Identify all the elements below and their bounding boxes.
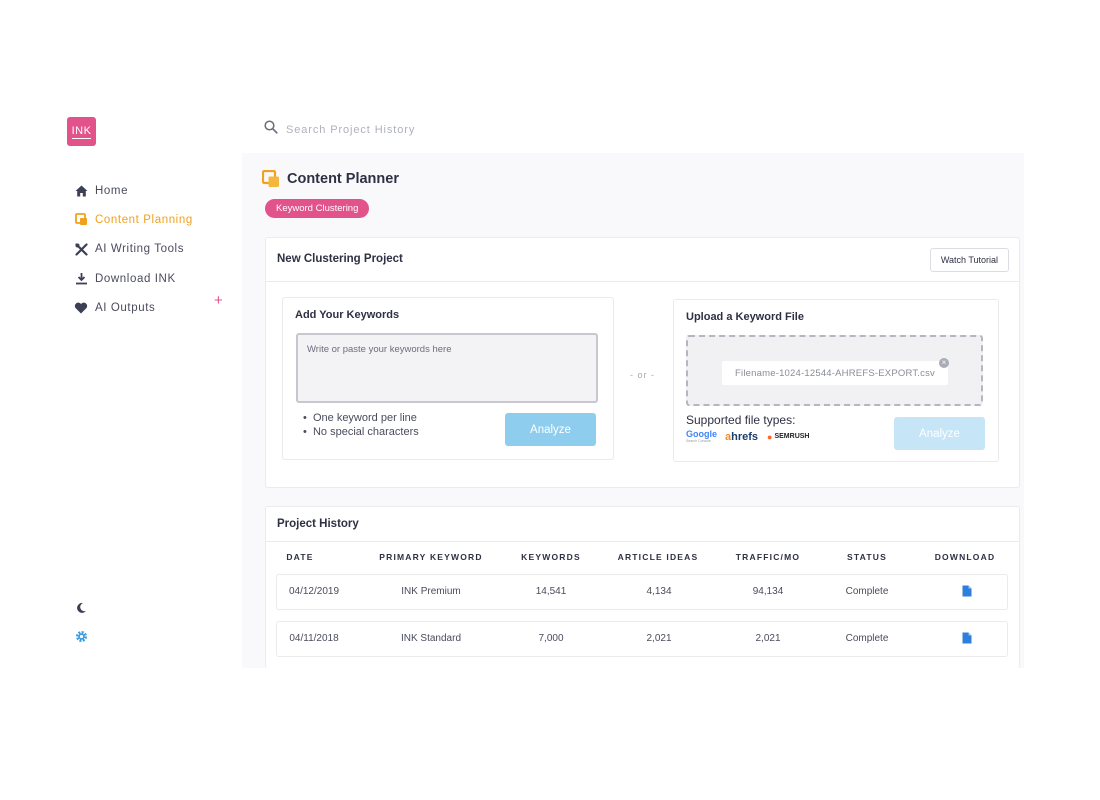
cell-traffic: 94,134 — [752, 586, 784, 597]
sidebar-item-label: Home — [95, 184, 129, 197]
column-header[interactable]: KEYWORDS — [521, 552, 581, 562]
table-row[interactable]: 04/11/2018 INK Standard 7,000 2,021 2,02… — [276, 621, 1008, 657]
column-header[interactable]: ARTICLE IDEAS — [618, 552, 699, 562]
content-planner-icon — [261, 169, 280, 188]
heart-icon — [74, 301, 88, 315]
sidebar-item-ai-outputs[interactable]: AI Outputs — [74, 293, 234, 322]
tools-icon — [74, 242, 88, 256]
add-output-button[interactable]: + — [214, 293, 223, 308]
new-project-header: New Clustering Project Watch Tutorial — [266, 238, 1019, 282]
home-icon — [74, 184, 88, 198]
cell-primary-keyword: INK Standard — [400, 633, 462, 644]
supported-types-logos: Google Search Console ahrefs ● SEMRUSH — [686, 429, 810, 444]
column-header[interactable]: STATUS — [847, 552, 887, 562]
project-search — [264, 120, 486, 139]
sidebar-item-label: Download INK — [95, 272, 176, 285]
sidebar-item-label: Content Planning — [95, 213, 193, 226]
download-file-icon[interactable] — [962, 585, 972, 600]
download-icon — [74, 272, 88, 286]
sidebar-item-label: AI Writing Tools — [95, 243, 185, 256]
cell-article-ideas: 2,021 — [646, 633, 672, 644]
column-header[interactable]: DOWNLOAD — [935, 552, 996, 562]
sidebar-nav: Home Content Planning AI Writing Tools D… — [74, 176, 234, 322]
sidebar-item-content-planning[interactable]: Content Planning — [74, 205, 234, 234]
uploaded-file-chip: Filename-1024-12544-AHREFS-EXPORT.csv — [722, 361, 948, 385]
cell-date: 04/12/2019 — [288, 586, 340, 597]
keywords-panel: Add Your Keywords • One keyword per line… — [282, 297, 614, 460]
keywords-panel-title: Add Your Keywords — [295, 309, 400, 321]
or-divider: - or - — [630, 370, 655, 380]
watch-tutorial-button[interactable]: Watch Tutorial — [929, 248, 1009, 272]
keyword-clustering-tag[interactable]: Keyword Clustering — [265, 199, 370, 218]
content-planning-icon — [74, 213, 88, 227]
sidebar-item-ai-writing-tools[interactable]: AI Writing Tools — [74, 235, 234, 264]
new-project-title: New Clustering Project — [277, 253, 403, 265]
ink-logo[interactable]: INK — [67, 117, 96, 146]
sidebar-item-label: AI Outputs — [95, 301, 156, 314]
rule-item: • One keyword per line — [303, 412, 417, 424]
supported-types-label: Supported file types: — [686, 413, 796, 427]
cell-date: 04/11/2018 — [289, 633, 339, 644]
page-title-text: Content Planner — [287, 171, 399, 187]
google-logo: Google Search Console — [686, 429, 717, 444]
settings-button[interactable] — [74, 630, 88, 648]
search-icon — [264, 120, 278, 139]
cell-article-ideas: 4,134 — [646, 586, 672, 597]
dark-mode-toggle[interactable] — [74, 601, 88, 619]
column-header[interactable]: PRIMARY KEYWORD — [379, 552, 482, 562]
cell-status: Complete — [845, 633, 889, 644]
analyze-keywords-button[interactable]: Analyze — [505, 413, 596, 446]
upload-panel: Upload a Keyword File Filename-1024-1254… — [673, 299, 999, 462]
sidebar-item-home[interactable]: Home — [74, 176, 234, 205]
google-logo-text: Google — [686, 429, 717, 439]
cell-status: Complete — [845, 586, 889, 597]
column-header[interactable]: DATE — [286, 552, 313, 562]
cell-keywords: 7,000 — [538, 633, 564, 644]
remove-file-button[interactable]: × — [939, 358, 949, 368]
cell-keywords: 14,541 — [535, 586, 567, 597]
cell-primary-keyword: INK Premium — [401, 586, 461, 597]
moon-icon — [75, 601, 87, 619]
close-icon: × — [941, 358, 947, 367]
file-dropzone[interactable]: Filename-1024-12544-AHREFS-EXPORT.csv × — [686, 335, 983, 406]
semrush-logo: ● SEMRUSH — [767, 431, 810, 442]
table-header: DATE PRIMARY KEYWORD KEYWORDS ARTICLE ID… — [277, 552, 1007, 566]
gear-icon — [75, 630, 88, 648]
ahrefs-logo: ahrefs — [725, 430, 759, 443]
google-logo-sub: Search Console — [686, 439, 711, 443]
sidebar-item-download-ink[interactable]: Download INK — [74, 264, 234, 293]
cell-traffic: 2,021 — [755, 633, 781, 644]
page-title: Content Planner — [261, 169, 399, 188]
semrush-icon: ● — [767, 431, 773, 442]
rule-item: • No special characters — [303, 426, 419, 438]
download-file-icon[interactable] — [962, 632, 972, 647]
project-history-header: Project History — [266, 507, 1019, 542]
keywords-textarea[interactable] — [296, 333, 598, 403]
upload-panel-title: Upload a Keyword File — [686, 311, 804, 323]
keyword-rules: • One keyword per line • No special char… — [303, 411, 419, 439]
table-row[interactable]: 04/12/2019 INK Premium 14,541 4,134 94,1… — [276, 574, 1008, 610]
search-input[interactable] — [286, 123, 486, 136]
plus-icon: + — [214, 292, 223, 309]
analyze-file-button[interactable]: Analyze — [894, 417, 985, 450]
column-header[interactable]: TRAFFIC/MO — [736, 552, 800, 562]
project-history-title: Project History — [277, 518, 359, 530]
